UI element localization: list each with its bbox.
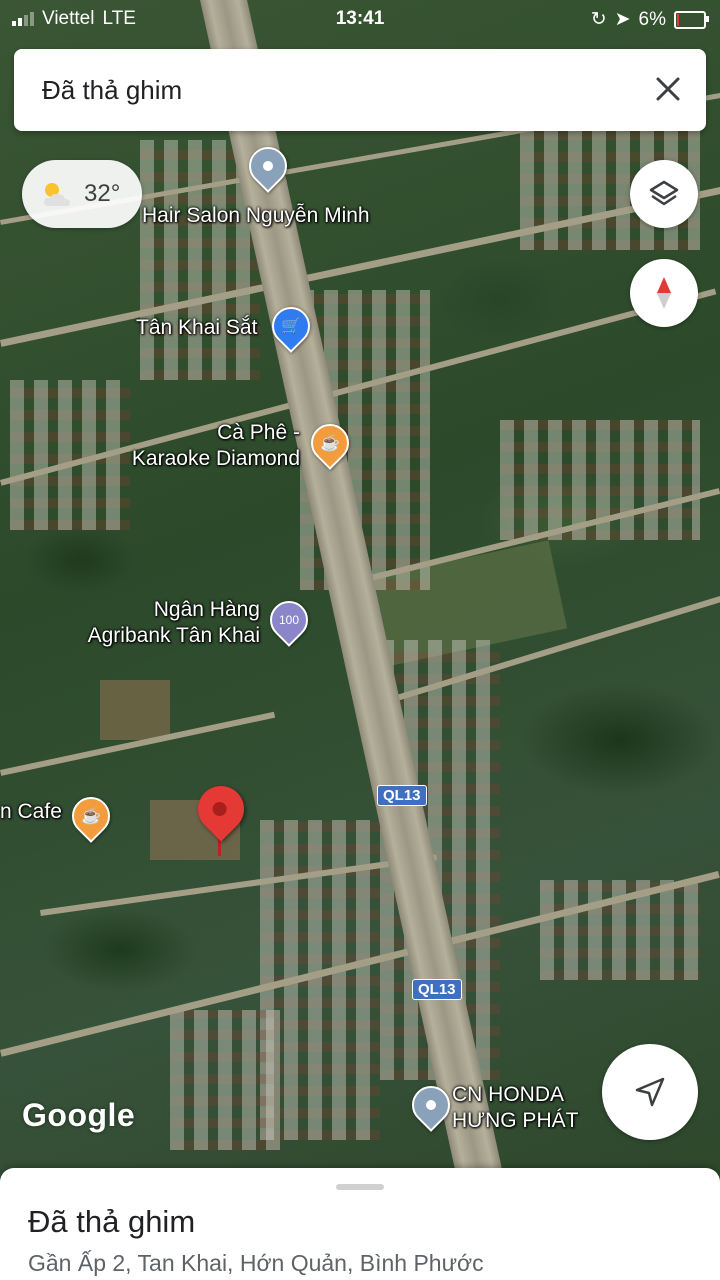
bottom-sheet[interactable]: Đã thả ghim Gần Ấp 2, Tan Khai, Hớn Quản…: [0, 1168, 720, 1280]
place-label[interactable]: n Cafe: [0, 799, 62, 825]
compass-button[interactable]: [630, 259, 698, 327]
place-label[interactable]: Ngân Hàng Agribank Tân Khai: [60, 597, 260, 649]
place-label[interactable]: Cà Phê - Karaoke Diamond: [100, 420, 300, 472]
place-label-line: Cà Phê -: [217, 421, 300, 444]
layers-button[interactable]: [630, 160, 698, 228]
place-label-line: Karaoke Diamond: [131, 447, 300, 470]
map-field: [100, 680, 170, 740]
sheet-drag-handle[interactable]: [336, 1184, 384, 1190]
weather-chip[interactable]: 32°: [22, 160, 142, 228]
place-label-line: CN HONDA: [452, 1083, 565, 1106]
road-shield: QL13: [412, 979, 462, 1000]
place-label-line: HƯNG PHÁT: [452, 1109, 579, 1132]
location-arrow-icon: ➤: [614, 9, 631, 30]
road-shield: QL13: [377, 785, 427, 806]
place-label[interactable]: Tân Khai Sắt: [136, 315, 257, 341]
partly-sunny-icon: [44, 183, 70, 206]
directions-button[interactable]: [602, 1044, 698, 1140]
battery-percent: 6%: [638, 8, 666, 30]
place-address: Gần Ấp 2, Tan Khai, Hớn Quản, Bình Phước: [28, 1250, 484, 1276]
compass-icon: [657, 277, 671, 309]
rotation-lock-icon: ↻: [590, 9, 607, 30]
battery-icon: [674, 10, 709, 29]
place-title: Đã thả ghim: [28, 1204, 196, 1239]
layers-icon: [649, 180, 679, 206]
place-label[interactable]: Hair Salon Nguyễn Minh: [142, 203, 370, 229]
search-title: Đã thả ghim: [42, 75, 183, 105]
temperature: 32°: [84, 180, 121, 207]
place-label[interactable]: CN HONDA HƯNG PHÁT: [452, 1082, 578, 1134]
status-bar: Viettel LTE 13:41 ↻ ➤ 6%: [0, 0, 720, 40]
map-houses: [170, 1010, 280, 1150]
bank-icon[interactable]: 100: [262, 593, 316, 647]
search-bar[interactable]: Đã thả ghim: [14, 49, 706, 131]
place-label-line: Agribank Tân Khai: [87, 624, 260, 647]
navigation-arrow-icon: [635, 1077, 665, 1107]
google-logo: Google: [22, 1097, 136, 1133]
place-label-line: Ngân Hàng: [153, 598, 260, 621]
coffee-icon[interactable]: ☕: [64, 789, 118, 843]
close-icon[interactable]: [648, 69, 688, 109]
